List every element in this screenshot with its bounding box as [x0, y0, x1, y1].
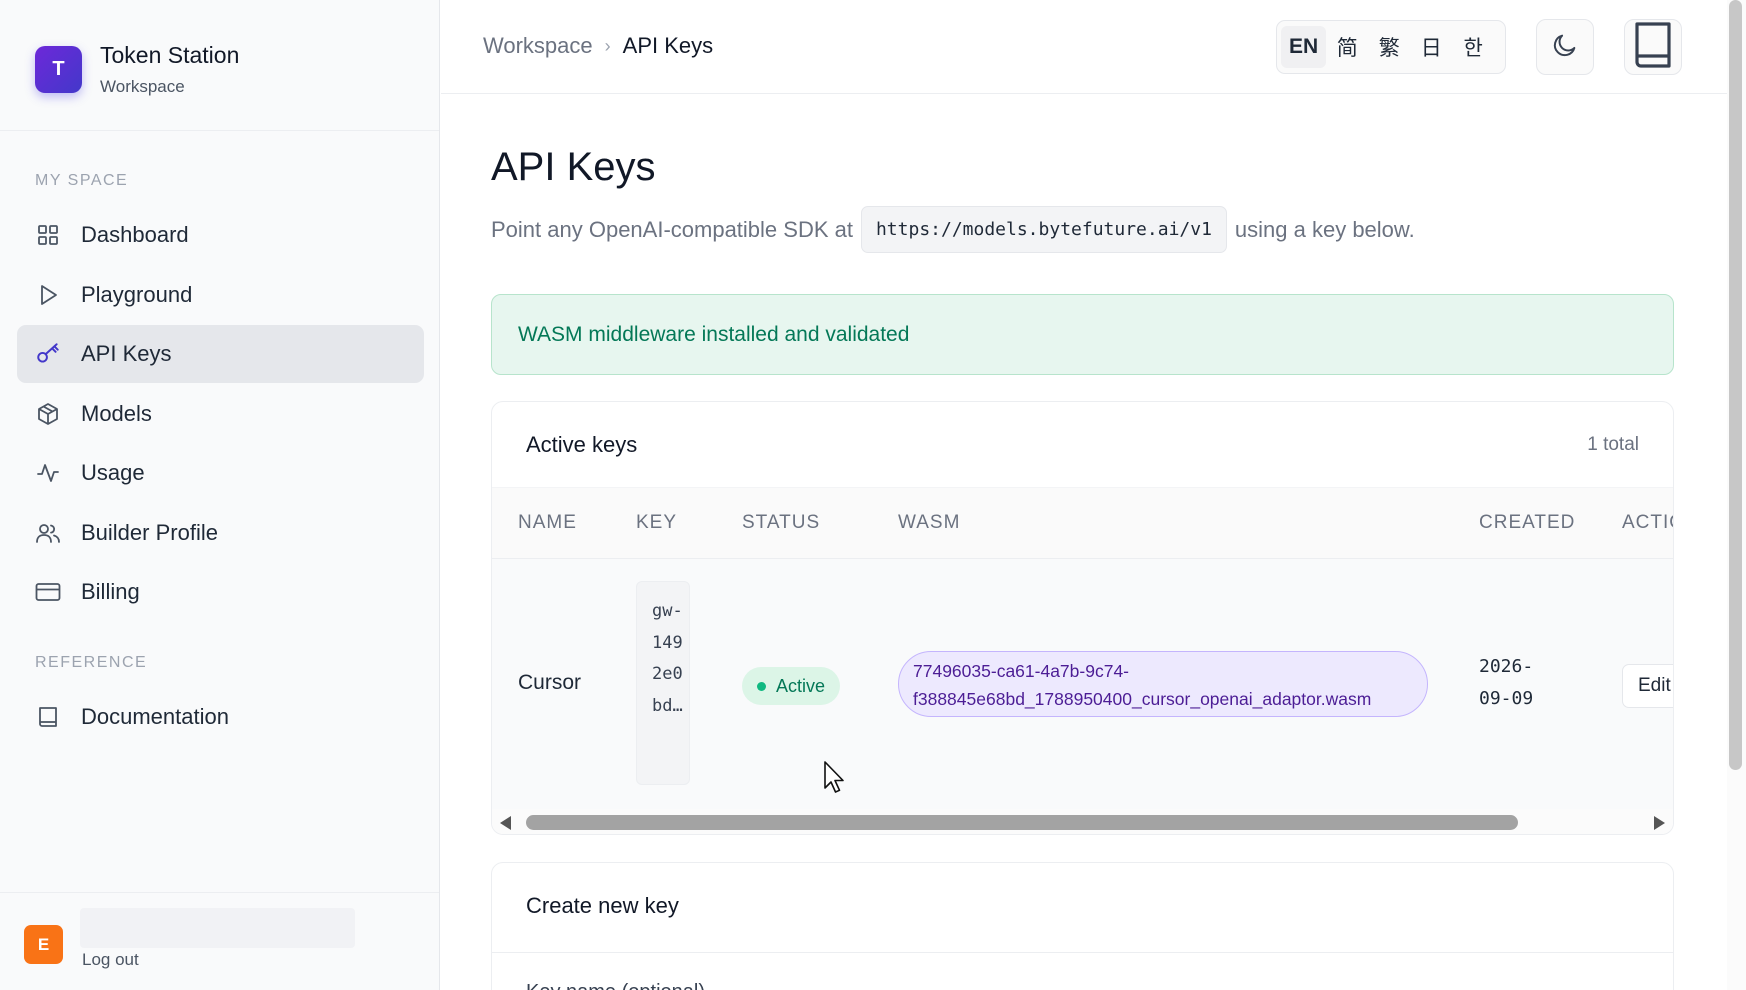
sidebar-item-usage[interactable]: Usage: [17, 444, 424, 502]
column-header-key: KEY: [636, 512, 678, 533]
created-date-line: 09-09: [1479, 688, 1534, 709]
edit-button[interactable]: Edit: [1622, 664, 1673, 708]
status-badge: Active: [742, 667, 841, 705]
sidebar: T Token Station Workspace MY SPACE Dashb…: [0, 0, 440, 990]
status-dot-icon: [757, 681, 766, 691]
sidebar-item-label: Playground: [81, 282, 193, 307]
moon-icon: [1551, 31, 1579, 64]
scroll-left-icon[interactable]: [500, 816, 511, 830]
cube-icon: [35, 401, 61, 427]
sidebar-item-label: Usage: [81, 460, 145, 485]
language-switcher: EN 简 繁 日 한: [1276, 20, 1506, 74]
sidebar-item-api-keys[interactable]: API Keys: [17, 325, 424, 383]
lang-ja-button[interactable]: 日: [1410, 26, 1452, 68]
column-header-created: CREATED: [1479, 512, 1576, 533]
logout-link[interactable]: Log out: [82, 950, 139, 970]
divider: [492, 952, 1673, 953]
key-name-label: Key name (optional): [526, 981, 705, 990]
card-title: Active keys: [526, 431, 638, 457]
sidebar-item-label: Dashboard: [81, 222, 189, 247]
users-icon: [35, 520, 61, 546]
created-date-line: 2026-: [1479, 656, 1534, 677]
sidebar-item-models[interactable]: Models: [17, 385, 424, 443]
page-title: API Keys: [491, 145, 656, 189]
sidebar-item-label: Documentation: [81, 704, 229, 729]
description-text: Point any OpenAI-compatible SDK at: [491, 216, 853, 242]
top-header: Workspace › API Keys EN 简 繁 日 한: [441, 0, 1727, 94]
breadcrumb-current: API Keys: [622, 33, 714, 58]
avatar[interactable]: E: [24, 925, 63, 964]
credit-card-icon: [35, 579, 61, 605]
brand-subtitle: Workspace: [100, 77, 185, 96]
page-description: Point any OpenAI-compatible SDK at https…: [491, 206, 1415, 253]
lang-en-button[interactable]: EN: [1281, 26, 1327, 68]
horizontal-scrollbar[interactable]: [492, 809, 1673, 834]
sidebar-item-billing[interactable]: Billing: [17, 563, 424, 621]
brand[interactable]: T Token Station Workspace: [35, 42, 239, 97]
key-icon: [35, 341, 61, 367]
vertical-scrollbar-thumb[interactable]: [1729, 0, 1742, 770]
brand-logo: T: [35, 46, 82, 93]
section-label-reference: REFERENCE: [35, 654, 148, 671]
book-icon: [35, 704, 61, 730]
sidebar-item-dashboard[interactable]: Dashboard: [17, 206, 424, 264]
success-alert: WASM middleware installed and validated: [491, 294, 1674, 375]
active-keys-card: Active keys 1 total NAME KEY STATUS WASM…: [491, 401, 1674, 835]
lang-ko-button[interactable]: 한: [1452, 26, 1494, 68]
column-header-status: STATUS: [742, 512, 821, 533]
key-count: 1 total: [1587, 433, 1639, 455]
breadcrumb-separator: ›: [604, 35, 611, 56]
book-icon: [1632, 20, 1674, 75]
base-url-code[interactable]: https://models.bytefuture.ai/v1: [860, 206, 1227, 253]
user-name-placeholder: [80, 908, 355, 948]
sidebar-item-label: API Keys: [81, 341, 172, 366]
divider: [0, 892, 439, 893]
column-header-actions: ACTIO: [1622, 512, 1673, 533]
column-header-name: NAME: [518, 512, 577, 533]
lang-zh-hans-button[interactable]: 简: [1326, 26, 1368, 68]
mouse-cursor-icon: [823, 760, 847, 801]
sidebar-item-label: Billing: [81, 579, 140, 604]
table-header: NAME KEY STATUS WASM CREATED ACTIO: [492, 487, 1673, 559]
sidebar-item-label: Models: [81, 401, 152, 426]
grid-icon: [35, 222, 61, 248]
column-header-wasm: WASM: [898, 512, 961, 533]
sidebar-item-documentation[interactable]: Documentation: [17, 688, 424, 746]
card-title: Create new key: [526, 892, 679, 918]
description-text: using a key below.: [1234, 216, 1415, 242]
table-row: Cursor gw-1492e0bd… Active 77496035-ca61…: [492, 559, 1673, 809]
created-date: 2026- 09-09: [1479, 651, 1579, 715]
sidebar-item-builder-profile[interactable]: Builder Profile: [17, 504, 424, 562]
brand-name: Token Station: [100, 42, 240, 68]
sidebar-item-playground[interactable]: Playground: [17, 266, 424, 324]
lang-zh-hant-button[interactable]: 繁: [1368, 26, 1410, 68]
create-key-card: Create new key Key name (optional): [491, 862, 1674, 990]
activity-icon: [35, 460, 61, 486]
breadcrumb: Workspace › API Keys: [483, 33, 713, 59]
docs-button[interactable]: [1624, 19, 1682, 75]
theme-toggle-button[interactable]: [1536, 19, 1594, 75]
scrollbar-thumb[interactable]: [526, 815, 1518, 830]
key-value[interactable]: gw-1492e0bd…: [636, 581, 690, 785]
breadcrumb-root[interactable]: Workspace: [483, 33, 593, 59]
divider: [0, 130, 439, 131]
scroll-right-icon[interactable]: [1654, 816, 1665, 830]
key-name: Cursor: [518, 671, 582, 694]
wasm-badge: 77496035-ca61-4a7b-9c74-f388845e68bd_178…: [898, 651, 1428, 717]
play-icon: [35, 282, 61, 308]
status-label: Active: [776, 675, 826, 696]
sidebar-item-label: Builder Profile: [81, 520, 218, 545]
section-label-my-space: MY SPACE: [35, 172, 129, 189]
